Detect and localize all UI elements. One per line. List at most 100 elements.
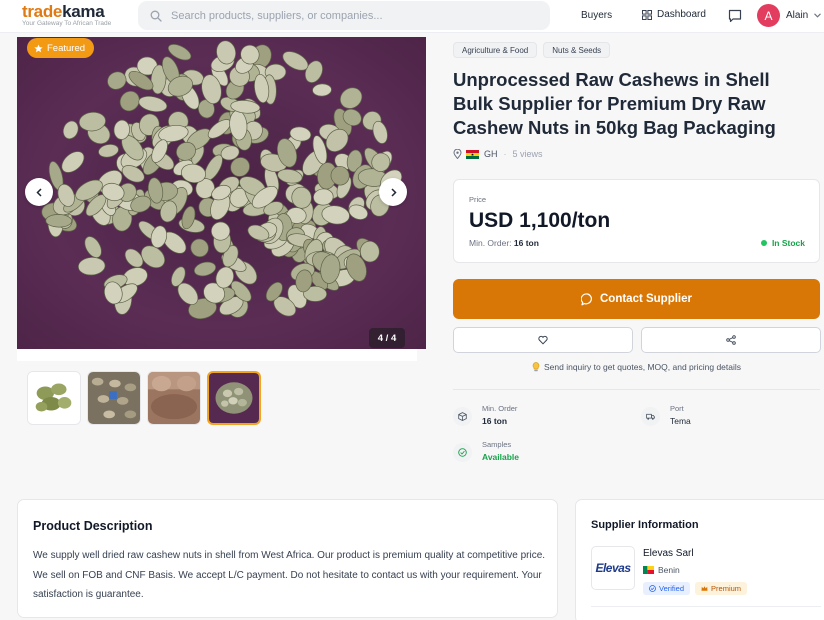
stock-status-label: In Stock	[771, 238, 805, 248]
product-gallery	[17, 37, 426, 361]
share-button[interactable]	[641, 327, 821, 353]
cashew-nut	[193, 261, 217, 277]
supplier-country-label: Benin	[658, 565, 680, 575]
truck-icon	[646, 413, 655, 420]
section-divider	[453, 389, 820, 390]
box-icon	[458, 412, 467, 421]
lightbulb-icon	[532, 362, 540, 372]
price-card: Price USD 1,100/ton Min. Order: 16 ton I…	[453, 179, 820, 263]
nav-buyers-link[interactable]: Buyers	[581, 10, 612, 21]
user-avatar[interactable]: A	[757, 4, 780, 27]
description-title: Product Description	[33, 519, 153, 533]
thumbnail-4[interactable]	[207, 371, 261, 425]
chevron-down-icon[interactable]	[814, 13, 821, 18]
supplier-info-card: Supplier Information Elevas Elevas Sarl …	[575, 499, 824, 620]
chat-bubble-icon	[580, 292, 592, 305]
verified-check-icon	[649, 585, 656, 592]
gallery-next-button[interactable]	[379, 178, 407, 206]
premium-badge: Premium	[695, 582, 748, 595]
thumbnail-1[interactable]	[27, 371, 81, 425]
min-order: Min. Order: 16 ton	[469, 238, 539, 248]
site-logo[interactable]: tradekama Your Gateway To African Trade	[22, 3, 111, 28]
image-counter: 4 / 4	[369, 328, 405, 348]
thumbnail-2-image	[88, 372, 140, 424]
user-name[interactable]: Alain	[786, 10, 808, 21]
spec-port-label: Port	[670, 404, 684, 413]
cashew-nut	[138, 96, 168, 112]
search-bar[interactable]	[138, 1, 550, 30]
thumbnail-4-image	[209, 373, 259, 423]
search-input[interactable]	[171, 9, 531, 22]
spec-min-order-icon-wrap	[453, 407, 472, 426]
thumbnail-3[interactable]	[147, 371, 201, 425]
cashew-pile-illustration	[41, 40, 406, 320]
spec-min-order-label: Min. Order	[482, 404, 518, 413]
view-count: 5 views	[512, 149, 543, 159]
search-icon	[150, 10, 162, 22]
thumbnail-3-image	[148, 372, 200, 424]
favorite-button[interactable]	[453, 327, 633, 353]
country-code: GH	[484, 149, 498, 159]
spec-port: Port Tema	[641, 404, 691, 428]
heart-icon	[538, 335, 548, 345]
product-title: Unprocessed Raw Cashews in Shell Bulk Su…	[453, 69, 776, 138]
cashew-nut	[312, 83, 332, 97]
cashew-nut	[339, 87, 363, 109]
tag-category[interactable]: Agriculture & Food	[453, 42, 538, 58]
supplier-name[interactable]: Elevas Sarl	[643, 548, 694, 559]
thumbnail-2[interactable]	[87, 371, 141, 425]
verified-badge: Verified	[643, 582, 691, 595]
product-meta: GH · 5 views	[453, 149, 543, 159]
messages-icon[interactable]	[728, 9, 742, 23]
top-header: tradekama Your Gateway To African Trade …	[0, 0, 824, 33]
crown-icon	[701, 586, 708, 591]
location-pin-icon	[453, 149, 462, 159]
spec-min-order: Min. Order 16 ton	[453, 404, 517, 428]
thumbnail-strip	[27, 371, 261, 425]
tag-subcategory[interactable]: Nuts & Seeds	[543, 42, 611, 58]
spec-samples-value: Available	[482, 452, 520, 462]
featured-badge: Featured	[27, 38, 95, 58]
spec-min-order-value: 16 ton	[482, 416, 508, 426]
cashew-nut	[190, 238, 209, 258]
contact-supplier-button[interactable]: Contact Supplier	[453, 279, 820, 319]
nav-dashboard-label: Dashboard	[657, 9, 706, 20]
supplier-logo[interactable]: Elevas	[591, 546, 635, 590]
cashew-nut	[98, 144, 119, 158]
category-tags: Agriculture & Food Nuts & Seeds	[453, 42, 611, 58]
check-circle-icon	[458, 448, 467, 457]
benin-flag-icon	[643, 566, 654, 574]
min-order-label: Min. Order:	[469, 238, 512, 248]
ghana-flag-icon	[466, 149, 479, 159]
price-label: Price	[469, 195, 487, 204]
chevron-left-icon	[35, 187, 42, 197]
spec-samples: Samples Available	[453, 440, 519, 464]
description-text: We supply well dried raw cashew nuts in …	[33, 550, 546, 600]
cashew-nut	[77, 257, 106, 276]
supplier-logo-text: Elevas	[595, 561, 631, 575]
gallery-prev-button[interactable]	[25, 178, 53, 206]
cashew-nut	[84, 236, 102, 258]
spec-port-icon-wrap	[641, 407, 660, 426]
verified-label: Verified	[659, 584, 685, 593]
thumbnail-1-image	[28, 372, 80, 424]
product-description-card: Product Description We supply well dried…	[17, 499, 558, 618]
main-product-image[interactable]	[17, 37, 426, 349]
logo-tagline: Your Gateway To African Trade	[22, 20, 112, 27]
stock-dot-icon	[760, 240, 767, 246]
meta-separator: ·	[503, 149, 507, 159]
share-icon	[726, 335, 736, 345]
logo-wordmark: tradekama	[22, 2, 105, 21]
supplier-badges: Verified Premium	[643, 582, 748, 595]
star-icon	[34, 43, 43, 52]
price-value: USD 1,100/ton	[469, 209, 611, 232]
supplier-section-title: Supplier Information	[591, 519, 699, 531]
cashew-nut	[61, 151, 85, 173]
cashew-nut	[62, 120, 79, 140]
inquiry-hint-text: Send inquiry to get quotes, MOQ, and pri…	[543, 362, 742, 372]
premium-label: Premium	[711, 584, 742, 593]
cashew-nut	[45, 214, 73, 228]
nav-dashboard-link[interactable]: Dashboard	[642, 9, 706, 20]
dashboard-grid-icon	[642, 9, 652, 20]
supplier-divider	[591, 606, 821, 607]
